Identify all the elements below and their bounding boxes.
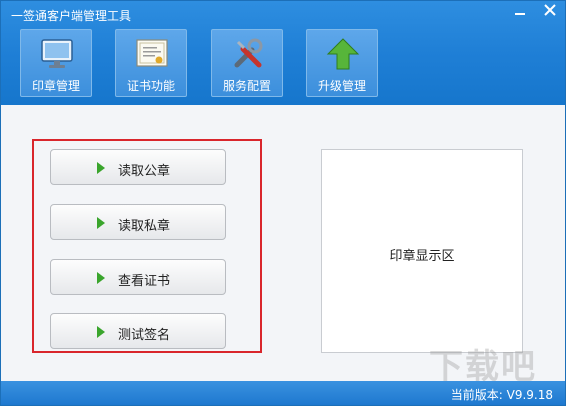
seal-display-area: 印章显示区 bbox=[321, 149, 523, 353]
button-label: 查看证书 bbox=[117, 274, 170, 289]
test-signature-button[interactable]: 测试签名 bbox=[50, 313, 226, 349]
toolbar-label: 证书功能 bbox=[126, 79, 175, 93]
tools-icon bbox=[234, 38, 263, 68]
button-label: 读取私章 bbox=[117, 219, 170, 234]
highlight-box: 读取公章 读取私章 查看证书 测试签名 bbox=[32, 139, 262, 353]
monitor-icon bbox=[41, 39, 73, 68]
toolbar-seal-management[interactable]: 印章管理 bbox=[20, 29, 92, 97]
toolbar-label: 升级管理 bbox=[317, 79, 366, 93]
button-label: 读取公章 bbox=[117, 164, 170, 179]
toolbar-label: 印章管理 bbox=[31, 79, 80, 93]
toolbar-service-config[interactable]: 服务配置 bbox=[211, 29, 283, 97]
view-certificate-button[interactable]: 查看证书 bbox=[50, 259, 226, 295]
read-public-seal-button[interactable]: 读取公章 bbox=[50, 149, 226, 185]
toolbar-upgrade[interactable]: 升级管理 bbox=[306, 29, 378, 97]
window-title: 一签通客户端管理工具 bbox=[11, 9, 132, 23]
seal-display-label: 印章显示区 bbox=[389, 249, 455, 264]
upgrade-arrow-icon bbox=[326, 38, 360, 70]
button-label: 测试签名 bbox=[117, 328, 170, 343]
app-window: 一签通客户端管理工具 印章管理 证书功能 服务配置 升级管理 读取公章 读取私章… bbox=[0, 0, 566, 406]
close-icon bbox=[544, 4, 556, 16]
certificate-icon bbox=[136, 39, 168, 67]
title-bar: 一签通客户端管理工具 印章管理 证书功能 服务配置 升级管理 bbox=[1, 1, 565, 105]
toolbar-label: 服务配置 bbox=[222, 79, 271, 93]
minimize-button[interactable] bbox=[509, 3, 531, 21]
read-private-seal-button[interactable]: 读取私章 bbox=[50, 204, 226, 240]
version-text: 当前版本: V9.9.18 bbox=[450, 388, 553, 402]
toolbar-certificate[interactable]: 证书功能 bbox=[115, 29, 187, 97]
status-bar: 当前版本: V9.9.18 bbox=[1, 381, 565, 405]
close-button[interactable] bbox=[539, 3, 561, 21]
minimize-icon bbox=[515, 13, 525, 15]
